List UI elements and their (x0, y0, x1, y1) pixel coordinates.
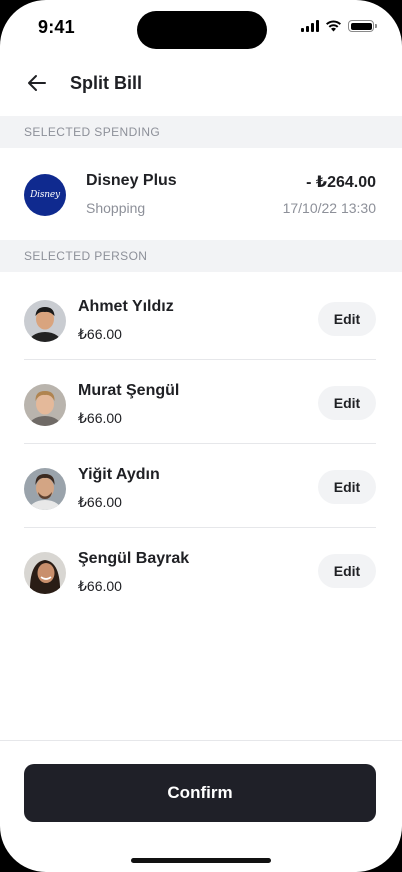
page-title: Split Bill (70, 73, 142, 93)
spending-date: 17/10/22 13:30 (282, 200, 376, 216)
person-amount: ₺66.00 (78, 494, 122, 510)
person-row: Ahmet Yıldız ₺66.00 Edit (0, 276, 402, 360)
person-amount: ₺66.00 (78, 578, 122, 594)
edit-button[interactable]: Edit (318, 470, 376, 504)
person-row: Murat Şengül ₺66.00 Edit (0, 360, 402, 444)
status-bar: 9:41 (0, 0, 402, 56)
person-amount: ₺66.00 (78, 410, 122, 426)
edit-button[interactable]: Edit (318, 554, 376, 588)
confirm-button[interactable]: Confirm (24, 764, 376, 822)
nav-header: Split Bill (0, 62, 402, 104)
section-title: SELECTED PERSON (24, 249, 148, 263)
spending-amount: - ₺264.00 (306, 174, 376, 191)
status-time: 9:41 (38, 17, 75, 37)
dynamic-island (137, 11, 267, 49)
phone-screen: 9:41 Split Bill SELECTED SPENDING Disney… (0, 0, 402, 872)
selected-spending-item[interactable]: Disney Disney Plus Shopping - ₺264.00 17… (0, 148, 402, 240)
person-amount: ₺66.00 (78, 326, 122, 342)
avatar (24, 300, 66, 342)
arrow-left-icon[interactable] (24, 70, 50, 96)
person-name: Yiğit Aydın (78, 466, 160, 483)
status-icons (301, 20, 377, 32)
section-header-person: SELECTED PERSON (0, 240, 402, 272)
battery-icon (348, 20, 377, 32)
avatar (24, 468, 66, 510)
avatar (24, 552, 66, 594)
edit-button[interactable]: Edit (318, 386, 376, 420)
disney-logo-text: Disney (30, 190, 60, 200)
person-name: Murat Şengül (78, 382, 180, 399)
spending-category: Shopping (86, 200, 146, 216)
person-name: Ahmet Yıldız (78, 298, 174, 315)
person-row: Yiğit Aydın ₺66.00 Edit (0, 444, 402, 528)
cellular-signal-icon (301, 20, 319, 32)
section-header-spending: SELECTED SPENDING (0, 116, 402, 148)
home-indicator (131, 858, 271, 863)
edit-button[interactable]: Edit (318, 302, 376, 336)
footer-divider (0, 740, 402, 741)
avatar (24, 384, 66, 426)
disney-logo: Disney (24, 174, 66, 216)
person-row: Şengül Bayrak ₺66.00 Edit (0, 528, 402, 612)
spending-name: Disney Plus (86, 172, 177, 189)
wifi-icon (326, 20, 341, 32)
section-title: SELECTED SPENDING (24, 125, 161, 139)
person-name: Şengül Bayrak (78, 550, 190, 567)
